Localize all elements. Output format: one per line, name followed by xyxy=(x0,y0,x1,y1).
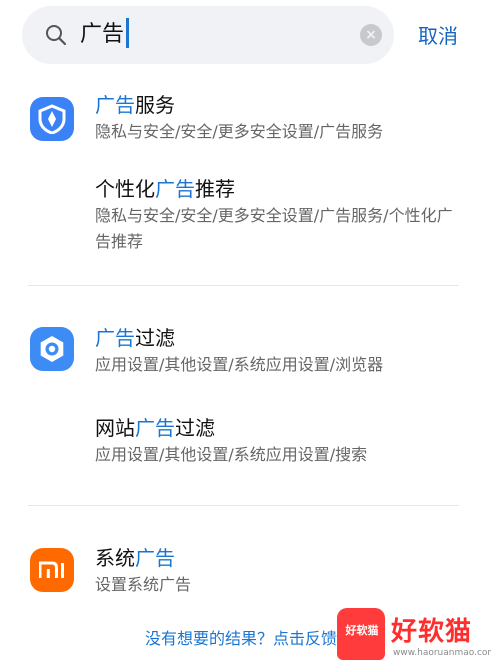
result-title-highlight: 广告 xyxy=(155,177,195,201)
clear-icon[interactable]: × xyxy=(360,24,382,46)
result-title-prefix: 网站 xyxy=(95,416,135,440)
result-title-highlight: 广告 xyxy=(95,326,135,350)
watermark-logo-text: 好软猫 xyxy=(345,624,379,637)
watermark-logo: 好软猫 xyxy=(337,608,385,660)
result-title-highlight: 广告 xyxy=(135,416,175,440)
watermark-brand: 好软猫 xyxy=(391,617,473,647)
search-input[interactable]: 广告 xyxy=(80,16,130,54)
browser-app-icon xyxy=(30,327,74,371)
result-title-rest: 过滤 xyxy=(135,326,175,350)
cancel-button[interactable]: 取消 xyxy=(418,20,458,49)
search-icon xyxy=(46,25,67,46)
result-title-rest: 推荐 xyxy=(195,177,235,201)
group-divider xyxy=(28,505,459,506)
settings-search-screen: 广告 × 取消 广告服务 隐私与安全/安全/更多安全设置/广告服务 个性化广告推… xyxy=(0,0,491,663)
result-title-rest: 过滤 xyxy=(175,416,215,440)
result-title[interactable]: 系统广告 xyxy=(95,545,175,571)
mi-logo-icon xyxy=(39,561,64,578)
search-query-text: 广告 xyxy=(80,22,125,47)
result-title-prefix: 个性化 xyxy=(95,177,155,201)
result-path: 设置系统广告 xyxy=(95,575,192,594)
browser-icon xyxy=(40,336,64,362)
mi-app-icon xyxy=(30,548,74,592)
result-path: 应用设置/其他设置/系统应用设置/浏览器 xyxy=(95,355,384,374)
result-path: 隐私与安全/安全/更多安全设置/广告服务/个性化广告推荐 xyxy=(95,206,453,251)
search-bar[interactable]: 广告 × xyxy=(22,6,394,64)
result-title-prefix: 系统 xyxy=(95,546,135,570)
watermark-url: www.haoruanmao.com xyxy=(393,648,491,658)
result-title[interactable]: 网站广告过滤 xyxy=(95,415,215,441)
shield-icon xyxy=(38,104,66,134)
result-title[interactable]: 个性化广告推荐 xyxy=(95,176,235,202)
result-path: 隐私与安全/安全/更多安全设置/广告服务 xyxy=(95,122,384,141)
feedback-link[interactable]: 没有想要的结果？点击反馈 xyxy=(145,625,337,649)
result-title[interactable]: 广告过滤 xyxy=(95,325,175,351)
security-app-icon xyxy=(30,97,74,141)
text-cursor xyxy=(126,18,130,48)
watermark: 好软猫 好软猫 www.haoruanmao.com xyxy=(337,608,491,663)
result-title[interactable]: 广告服务 xyxy=(95,92,175,118)
result-path: 应用设置/其他设置/系统应用设置/搜索 xyxy=(95,445,368,464)
group-divider xyxy=(28,285,459,286)
result-title-highlight: 广告 xyxy=(95,93,135,117)
result-title-rest: 服务 xyxy=(135,93,175,117)
result-title-highlight: 广告 xyxy=(135,546,175,570)
